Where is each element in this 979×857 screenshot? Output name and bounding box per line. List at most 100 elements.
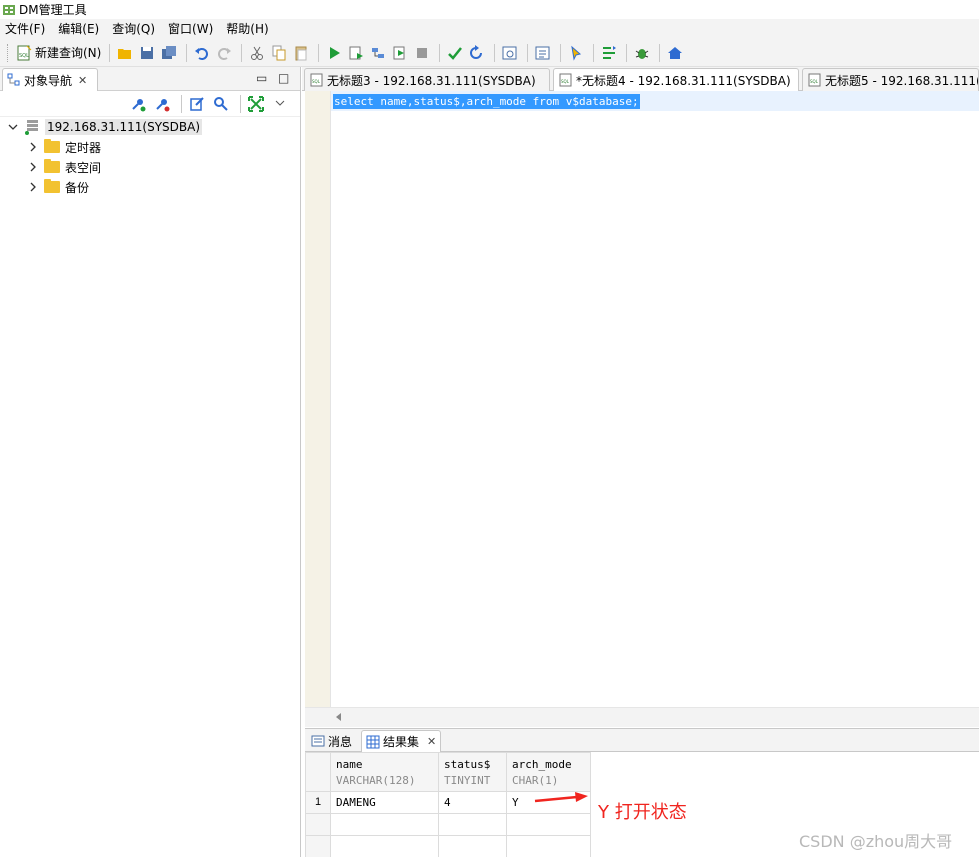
hint-button[interactable] bbox=[566, 43, 586, 63]
editor-tab-untitled3[interactable]: SQL 无标题3 - 192.168.31.111(SYSDBA) bbox=[304, 68, 550, 91]
folder-icon bbox=[44, 159, 60, 173]
tree-node-backup[interactable]: 备份 bbox=[0, 177, 300, 197]
stop-button[interactable] bbox=[412, 43, 432, 63]
search-button[interactable] bbox=[211, 94, 231, 114]
maximize-icon[interactable]: □ bbox=[278, 71, 289, 85]
expand-all-button[interactable] bbox=[246, 94, 266, 114]
chevron-right-icon[interactable] bbox=[28, 162, 38, 172]
tree-node-label: 192.168.31.111(SYSDBA) bbox=[45, 119, 203, 135]
svg-text:SQL: SQL bbox=[19, 53, 29, 59]
edit-button[interactable] bbox=[187, 94, 207, 114]
save-button[interactable] bbox=[137, 43, 157, 63]
object-navigator-panel: 对象导航 ✕ ▭ □ 192.168.31.111(SYSDBA) 定时器 表空… bbox=[0, 67, 301, 857]
chevron-down-icon[interactable] bbox=[8, 122, 18, 132]
grid-cell bbox=[506, 835, 591, 857]
sql-log-button[interactable] bbox=[533, 43, 553, 63]
expand-all-icon bbox=[248, 95, 264, 112]
paste-icon bbox=[295, 46, 307, 60]
chevron-right-icon[interactable] bbox=[28, 182, 38, 192]
home-icon bbox=[668, 46, 683, 59]
undo-button[interactable] bbox=[192, 43, 212, 63]
menu-file[interactable]: 文件(F) bbox=[0, 19, 50, 39]
watermark: CSDN @zhou周大哥 bbox=[799, 832, 953, 851]
toolbar-separator bbox=[593, 43, 595, 62]
editor-gutter bbox=[305, 91, 331, 707]
editor-tab-untitled4[interactable]: SQL *无标题4 - 192.168.31.111(SYSDBA) bbox=[553, 68, 799, 91]
new-query-button[interactable]: SQL 新建查询(N) bbox=[13, 43, 104, 63]
tree-node-timer[interactable]: 定时器 bbox=[0, 137, 300, 157]
copy-icon bbox=[272, 45, 286, 60]
column-header-arch-mode[interactable]: arch_mode CHAR(1) bbox=[506, 752, 591, 792]
minimize-icon[interactable]: ▭ bbox=[256, 71, 267, 85]
editor-tab-label: 无标题3 - 192.168.31.111(SYSDBA) bbox=[327, 73, 536, 88]
run-script-icon bbox=[349, 46, 364, 59]
app-logo-icon bbox=[3, 4, 15, 16]
arrange-button[interactable] bbox=[599, 43, 619, 63]
table-icon bbox=[366, 735, 380, 748]
explain-icon bbox=[372, 47, 385, 58]
disconnect-button[interactable] bbox=[152, 94, 172, 114]
tab-object-navigator[interactable]: 对象导航 ✕ bbox=[2, 68, 98, 91]
column-name: arch_mode bbox=[512, 758, 572, 771]
commit-icon bbox=[448, 46, 463, 60]
close-tab-icon[interactable]: ✕ bbox=[78, 74, 87, 87]
toolbar-separator bbox=[318, 43, 320, 62]
undo-icon bbox=[195, 47, 209, 60]
save-all-button[interactable] bbox=[159, 43, 179, 63]
tree-node-label: 备份 bbox=[65, 180, 90, 195]
editor-horizontal-scrollbar[interactable] bbox=[305, 707, 979, 727]
cut-button[interactable] bbox=[247, 43, 267, 63]
explain-button[interactable] bbox=[368, 43, 388, 63]
column-header-name[interactable]: name VARCHAR(128) bbox=[330, 752, 439, 792]
sql-file-icon: SQL bbox=[559, 73, 572, 87]
open-folder-icon bbox=[118, 48, 132, 59]
redo-button[interactable] bbox=[214, 43, 234, 63]
grid-cell bbox=[330, 835, 439, 857]
tree-node-tablespace[interactable]: 表空间 bbox=[0, 157, 300, 177]
copy-button[interactable] bbox=[269, 43, 289, 63]
commit-button[interactable] bbox=[445, 43, 465, 63]
sql-editor[interactable]: select name,status$,arch_mode from v$dat… bbox=[305, 91, 979, 707]
grid-cell[interactable]: DAMENG bbox=[330, 791, 439, 814]
stop-icon bbox=[417, 47, 428, 58]
run-script-button[interactable] bbox=[346, 43, 366, 63]
svg-text:SQL: SQL bbox=[561, 79, 570, 84]
tree-node-server[interactable]: 192.168.31.111(SYSDBA) bbox=[0, 117, 300, 137]
object-navigator-tabbar: 对象导航 ✕ ▭ □ bbox=[0, 67, 300, 91]
arrange-icon bbox=[603, 45, 617, 59]
grid-corner bbox=[305, 752, 331, 792]
menu-query[interactable]: 查询(Q) bbox=[107, 19, 160, 39]
cut-icon bbox=[251, 46, 264, 60]
chevron-right-icon[interactable] bbox=[28, 142, 38, 152]
menu-edit[interactable]: 编辑(E) bbox=[53, 19, 104, 39]
connect-button[interactable] bbox=[128, 94, 148, 114]
navigator-icon bbox=[7, 73, 20, 86]
close-tab-icon[interactable]: ✕ bbox=[427, 735, 436, 748]
object-tree: 192.168.31.111(SYSDBA) 定时器 表空间 备份 bbox=[0, 117, 300, 197]
editor-code-area[interactable]: select name,status$,arch_mode from v$dat… bbox=[331, 91, 979, 707]
disconnect-icon bbox=[156, 98, 170, 111]
tab-resultset[interactable]: 结果集 ✕ bbox=[361, 730, 442, 752]
tab-messages[interactable]: 消息 bbox=[307, 730, 356, 752]
query-plan-button[interactable] bbox=[500, 43, 520, 63]
column-header-status[interactable]: status$ TINYINT bbox=[438, 752, 507, 792]
menu-window[interactable]: 窗口(W) bbox=[163, 19, 218, 39]
grid-cell bbox=[506, 813, 591, 836]
open-folder-button[interactable] bbox=[115, 43, 135, 63]
grid-cell[interactable]: 4 bbox=[438, 791, 507, 814]
scroll-left-icon[interactable] bbox=[336, 713, 341, 721]
view-menu-button[interactable] bbox=[270, 94, 290, 114]
grid-cell bbox=[438, 813, 507, 836]
annotation-text: Y 打开状态 bbox=[598, 802, 687, 823]
run-to-cursor-button[interactable] bbox=[390, 43, 410, 63]
toolbar-separator bbox=[186, 43, 188, 62]
paste-button[interactable] bbox=[291, 43, 311, 63]
home-button[interactable] bbox=[665, 43, 685, 63]
menu-help[interactable]: 帮助(H) bbox=[221, 19, 273, 39]
run-button[interactable] bbox=[324, 43, 344, 63]
rollback-button[interactable] bbox=[467, 43, 487, 63]
editor-tab-untitled5[interactable]: SQL 无标题5 - 192.168.31.111(SY bbox=[802, 68, 979, 91]
debug-button[interactable] bbox=[632, 43, 652, 63]
sql-file-icon: SQL bbox=[808, 73, 821, 87]
sql-statement[interactable]: select name,status$,arch_mode from v$dat… bbox=[333, 94, 640, 109]
